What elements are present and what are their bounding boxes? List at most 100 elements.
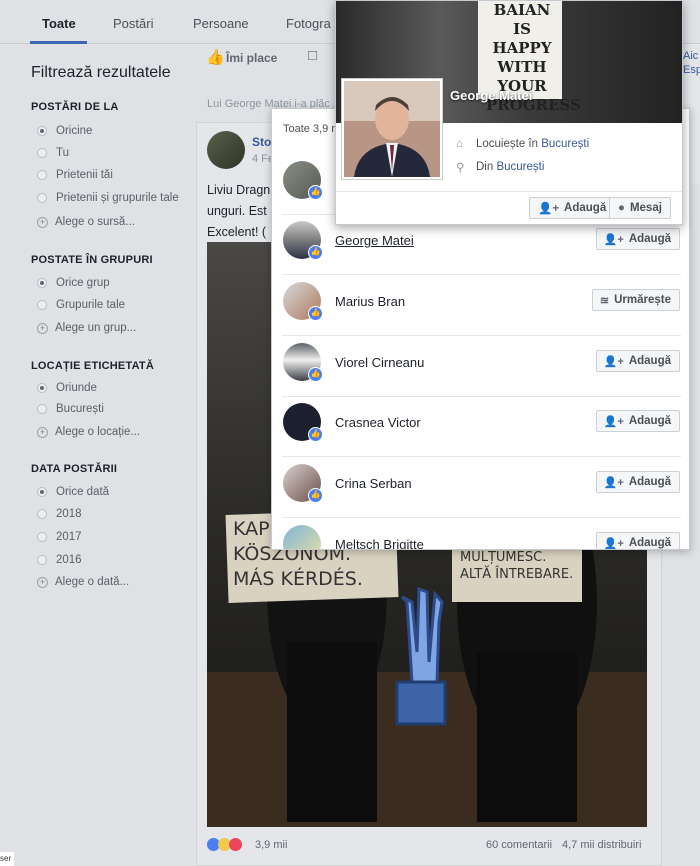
liker-name[interactable]: Meltsch Brigitte	[335, 537, 424, 549]
liker-row: Meltsch Brigitte 👤+ Adaugă	[272, 519, 689, 550]
message-button[interactable]: ● Mesaj	[609, 197, 671, 219]
add-friend-icon: 👤+	[603, 355, 624, 368]
radio-icon	[37, 509, 47, 519]
follow-button[interactable]: ≊ Urmărește	[591, 289, 680, 311]
section-heading-posts-from: POSTĂRI DE LA	[31, 101, 119, 113]
like-badge-icon: 👍	[308, 306, 323, 321]
love-reaction-icon	[229, 838, 242, 851]
like-badge-icon: 👍	[308, 367, 323, 382]
add-friend-icon: 👤+	[603, 537, 624, 550]
profile-hover-card: BAIAN IS HAPPY WITH YOUR PROGRESS George…	[335, 0, 683, 225]
filter-option-bucharest[interactable]: București	[37, 403, 104, 415]
liker-name[interactable]: George Matei	[335, 233, 414, 248]
filter-option-anyone[interactable]: Oricine	[37, 125, 92, 137]
filter-title: Filtrează rezultatele	[31, 64, 171, 81]
plus-circle-icon: +	[37, 216, 48, 228]
filter-option-2016[interactable]: 2016	[37, 554, 82, 566]
choose-location-link[interactable]: + Alege o locație...	[37, 426, 140, 438]
filter-option-you[interactable]: Tu	[37, 147, 69, 159]
radio-selected-icon	[37, 487, 47, 497]
like-label: Îmi place	[226, 51, 278, 65]
comment-count[interactable]: 60 comentarii	[486, 839, 552, 851]
choose-group-link[interactable]: + Alege un grup...	[37, 322, 136, 334]
tab-all[interactable]: Toate	[42, 16, 76, 31]
tab-people[interactable]: Persoane	[193, 16, 249, 31]
share-count[interactable]: 4,7 mii distribuiri	[562, 839, 641, 851]
tab-all-reactions[interactable]: Toate 3,9 m	[283, 123, 340, 135]
liker-name[interactable]: Marius Bran	[335, 294, 405, 309]
add-friend-button[interactable]: 👤+ Adaugă	[595, 471, 680, 493]
from-city-link[interactable]: București	[496, 161, 544, 173]
tab-photos[interactable]: Fotogra	[286, 16, 331, 31]
liker-row: 👍 Viorel Cirneanu 👤+ Adaugă	[272, 337, 689, 397]
add-friend-button[interactable]: 👤+ Adaugă	[595, 410, 680, 432]
post-author-avatar[interactable]	[207, 131, 245, 169]
liker-name[interactable]: Crina Serban	[335, 476, 412, 491]
liker-name[interactable]: Viorel Cirneanu	[335, 355, 424, 370]
add-friend-icon: 👤+	[603, 415, 624, 428]
reaction-icons[interactable]	[207, 838, 242, 854]
rss-follow-icon: ≊	[599, 294, 610, 307]
radio-icon	[37, 148, 47, 158]
post-author-name[interactable]: Sto	[252, 135, 271, 149]
filter-option-2017[interactable]: 2017	[37, 531, 82, 543]
liker-row: 👍 Crasnea Victor 👤+ Adaugă	[272, 397, 689, 457]
tab-posts[interactable]: Postări	[113, 16, 153, 31]
add-friend-icon: 👤+	[603, 233, 624, 246]
comment-icon: □	[308, 47, 318, 64]
hover-card-actions: 👤+ Adaugă ● Mesaj	[336, 191, 682, 225]
like-badge-icon: 👍	[308, 185, 323, 200]
home-icon: ⌂	[456, 138, 463, 150]
thumbs-up-icon: 👍	[206, 49, 225, 66]
location-pin-icon: ⚲	[456, 162, 465, 174]
filter-option-2018[interactable]: 2018	[37, 508, 82, 520]
profile-name[interactable]: George Matei	[450, 88, 532, 103]
filter-option-any-date[interactable]: Orice dată	[37, 486, 109, 498]
section-heading-date: DATA POSTĂRII	[31, 463, 118, 475]
choose-date-link[interactable]: + Alege o dată...	[37, 576, 129, 588]
from-line: ⚲ Din București	[456, 161, 545, 174]
radio-icon	[37, 404, 47, 414]
reaction-count[interactable]: 3,9 mii	[255, 839, 287, 851]
add-friend-icon: 👤+	[538, 203, 560, 215]
radio-selected-icon	[37, 383, 47, 393]
add-friend-button[interactable]: 👤+ Adaugă	[529, 197, 616, 219]
radio-icon	[37, 300, 47, 310]
like-action[interactable]: 👍 Îmi place □	[196, 44, 336, 74]
liker-row: 👍 Marius Bran ≊ Urmărește	[272, 276, 689, 336]
filter-option-friends-groups[interactable]: Prietenii și grupurile tale	[37, 192, 179, 204]
filter-option-anywhere[interactable]: Oriunde	[37, 382, 97, 394]
section-heading-location: LOCAȚIE ETICHETATĂ	[31, 360, 154, 372]
add-friend-button[interactable]: 👤+ Adaugă	[595, 228, 680, 250]
radio-selected-icon	[37, 278, 47, 288]
profile-picture[interactable]	[342, 79, 442, 179]
radio-selected-icon	[37, 126, 47, 136]
lives-in-city-link[interactable]: București	[541, 138, 589, 150]
filter-sidebar: Filtrează rezultatele POSTĂRI DE LA Oric…	[0, 44, 196, 866]
post-text: Liviu Dragn unguri. Est Excelent! (	[207, 183, 271, 239]
liker-avatar[interactable]	[283, 525, 321, 549]
liker-row: 👍 Crina Serban 👤+ Adaugă	[272, 458, 689, 518]
like-badge-icon: 👍	[308, 427, 323, 442]
filter-option-any-group[interactable]: Orice grup	[37, 277, 110, 289]
plus-circle-icon: +	[37, 426, 48, 438]
lives-in-line: ⌂ Locuiește în București	[456, 138, 590, 150]
like-badge-icon: 👍	[308, 245, 323, 260]
liker-name[interactable]: Crasnea Victor	[335, 415, 421, 430]
choose-source-link[interactable]: + Alege o sursă...	[37, 216, 135, 228]
add-friend-icon: 👤+	[603, 476, 624, 489]
filter-option-friends[interactable]: Prietenii tăi	[37, 169, 113, 181]
profile-portrait-graphic	[344, 81, 440, 177]
messenger-icon: ●	[618, 202, 625, 214]
like-badge-icon: 👍	[308, 488, 323, 503]
add-friend-button[interactable]: 👤+ Adaugă	[595, 350, 680, 372]
radio-icon	[37, 170, 47, 180]
corner-label: ser	[0, 852, 14, 866]
post-stats-bar: 3,9 mii 60 comentarii 4,7 mii distribuir…	[207, 838, 647, 856]
section-heading-groups: POSTATE ÎN GRUPURI	[31, 254, 153, 266]
add-friend-button[interactable]: 👤+ Adaugă	[595, 532, 680, 550]
protest-sign-right: MULȚUMESC. ALTĂ ÎNTREBARE.	[460, 550, 574, 582]
radio-icon	[37, 555, 47, 565]
filter-option-your-groups[interactable]: Grupurile tale	[37, 299, 125, 311]
plus-circle-icon: +	[37, 576, 48, 588]
